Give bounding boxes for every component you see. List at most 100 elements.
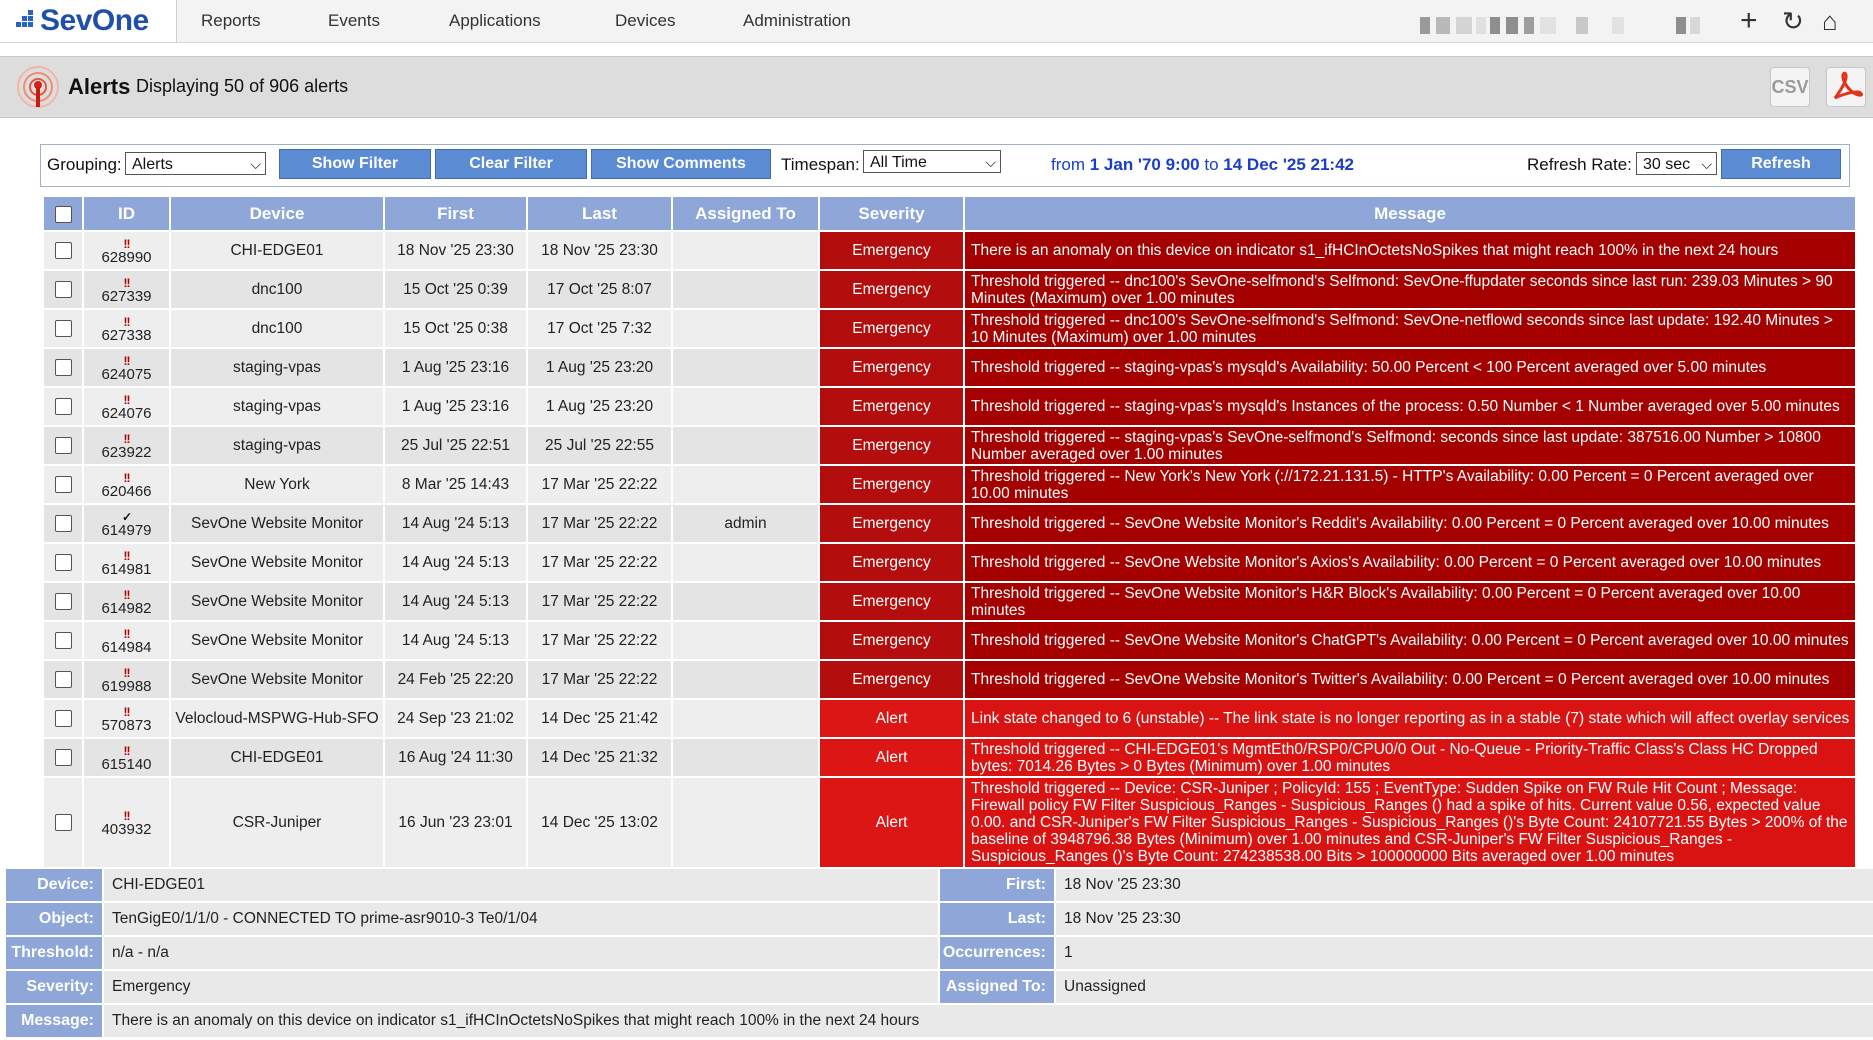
row-select-cell[interactable]: [44, 544, 82, 581]
table-row[interactable]: !! 623922 staging-vpas 25 Jul '25 22:51 25 J…: [44, 427, 1855, 464]
device-cell[interactable]: SevOne Website Monitor: [171, 505, 383, 542]
show-comments-button[interactable]: Show Comments: [591, 149, 771, 179]
refresh-icon[interactable]: ↻: [1782, 8, 1804, 34]
plus-icon[interactable]: +: [1740, 6, 1758, 36]
alert-id-cell[interactable]: !! 628990: [84, 232, 169, 269]
alert-id-cell[interactable]: !! 614981: [84, 544, 169, 581]
device-cell[interactable]: SevOne Website Monitor: [171, 583, 383, 620]
row-select-cell[interactable]: [44, 700, 82, 737]
csv-export-button[interactable]: CSV: [1770, 67, 1810, 107]
nav-devices[interactable]: Devices: [615, 11, 675, 31]
nav-reports[interactable]: Reports: [201, 11, 261, 31]
device-cell[interactable]: CSR-Juniper: [171, 778, 383, 867]
message-cell[interactable]: Threshold triggered -- SevOne Website Mo…: [965, 505, 1855, 542]
column-header-last[interactable]: Last: [528, 197, 671, 230]
alert-id-cell[interactable]: !! 570873: [84, 700, 169, 737]
row-select-cell[interactable]: [44, 583, 82, 620]
device-cell[interactable]: staging-vpas: [171, 388, 383, 425]
table-row[interactable]: !! 614981 SevOne Website Monitor 14 Aug '24…: [44, 544, 1855, 581]
message-cell[interactable]: Threshold triggered -- SevOne Website Mo…: [965, 583, 1855, 620]
table-row[interactable]: !! 628990 CHI-EDGE01 18 Nov '25 23:30 18 Nov…: [44, 232, 1855, 269]
row-checkbox[interactable]: [54, 475, 72, 493]
row-checkbox[interactable]: [54, 397, 72, 415]
row-checkbox[interactable]: [54, 319, 72, 337]
table-row[interactable]: !! 615140 CHI-EDGE01 16 Aug '24 11:30 14 Dec…: [44, 739, 1855, 776]
column-header-id[interactable]: ID: [84, 197, 169, 230]
device-cell[interactable]: dnc100: [171, 271, 383, 308]
column-header-message[interactable]: Message: [965, 197, 1855, 230]
alert-id-cell[interactable]: !! 619988: [84, 661, 169, 698]
row-checkbox[interactable]: [54, 553, 72, 571]
home-icon[interactable]: ⌂: [1822, 8, 1838, 34]
nav-administration[interactable]: Administration: [743, 11, 851, 31]
row-select-cell[interactable]: [44, 310, 82, 347]
device-cell[interactable]: dnc100: [171, 310, 383, 347]
row-select-cell[interactable]: [44, 232, 82, 269]
message-cell[interactable]: Threshold triggered -- Device: CSR-Junip…: [965, 778, 1855, 867]
row-select-cell[interactable]: [44, 466, 82, 503]
row-select-cell[interactable]: [44, 505, 82, 542]
device-cell[interactable]: SevOne Website Monitor: [171, 622, 383, 659]
table-row[interactable]: !! 627339 dnc100 15 Oct '25 0:39 17 Oct '25 …: [44, 271, 1855, 308]
row-select-cell[interactable]: [44, 622, 82, 659]
message-cell[interactable]: Threshold triggered -- New York's New Yo…: [965, 466, 1855, 503]
select-all-checkbox[interactable]: [54, 205, 72, 223]
message-cell[interactable]: Threshold triggered -- staging-vpas's my…: [965, 388, 1855, 425]
nav-events[interactable]: Events: [328, 11, 380, 31]
alert-id-cell[interactable]: ✓ 614979: [84, 505, 169, 542]
refresh-button[interactable]: Refresh: [1721, 149, 1841, 179]
alert-id-cell[interactable]: !! 627339: [84, 271, 169, 308]
row-select-cell[interactable]: [44, 427, 82, 464]
device-cell[interactable]: staging-vpas: [171, 349, 383, 386]
row-checkbox[interactable]: [54, 436, 72, 454]
message-cell[interactable]: Threshold triggered -- SevOne Website Mo…: [965, 622, 1855, 659]
column-header-first[interactable]: First: [385, 197, 526, 230]
alert-id-cell[interactable]: !! 614982: [84, 583, 169, 620]
device-cell[interactable]: CHI-EDGE01: [171, 739, 383, 776]
grouping-select[interactable]: Alerts ⌵: [125, 152, 266, 175]
message-cell[interactable]: Threshold triggered -- staging-vpas's my…: [965, 349, 1855, 386]
row-checkbox[interactable]: [54, 358, 72, 376]
device-cell[interactable]: Velocloud-MSPWG-Hub-SFO: [171, 700, 383, 737]
device-cell[interactable]: SevOne Website Monitor: [171, 544, 383, 581]
message-cell[interactable]: Threshold triggered -- SevOne Website Mo…: [965, 544, 1855, 581]
alert-id-cell[interactable]: !! 615140: [84, 739, 169, 776]
timespan-select[interactable]: All Time ⌵: [863, 150, 1001, 173]
message-cell[interactable]: Threshold triggered -- SevOne Website Mo…: [965, 661, 1855, 698]
row-select-cell[interactable]: [44, 739, 82, 776]
column-header-severity[interactable]: Severity: [820, 197, 963, 230]
alert-id-cell[interactable]: !! 614984: [84, 622, 169, 659]
device-cell[interactable]: New York: [171, 466, 383, 503]
row-checkbox[interactable]: [54, 592, 72, 610]
nav-applications[interactable]: Applications: [449, 11, 541, 31]
row-checkbox[interactable]: [54, 709, 72, 727]
table-row[interactable]: !! 570873 Velocloud-MSPWG-Hub-SFO 24 Sep '2…: [44, 700, 1855, 737]
row-checkbox[interactable]: [54, 748, 72, 766]
message-cell[interactable]: Link state changed to 6 (unstable) -- Th…: [965, 700, 1855, 737]
row-checkbox[interactable]: [54, 813, 72, 831]
alert-id-cell[interactable]: !! 623922: [84, 427, 169, 464]
alert-id-cell[interactable]: !! 624075: [84, 349, 169, 386]
alert-id-cell[interactable]: !! 627338: [84, 310, 169, 347]
table-row[interactable]: !! 614984 SevOne Website Monitor 14 Aug '24…: [44, 622, 1855, 659]
row-checkbox[interactable]: [54, 670, 72, 688]
row-checkbox[interactable]: [54, 241, 72, 259]
row-select-cell[interactable]: [44, 388, 82, 425]
row-select-cell[interactable]: [44, 778, 82, 867]
show-filter-button[interactable]: Show Filter: [279, 149, 431, 179]
alert-id-cell[interactable]: !! 620466: [84, 466, 169, 503]
table-row[interactable]: !! 624075 staging-vpas 1 Aug '25 23:16 1 Aug…: [44, 349, 1855, 386]
table-row[interactable]: !! 627338 dnc100 15 Oct '25 0:38 17 Oct '25 …: [44, 310, 1855, 347]
row-checkbox[interactable]: [54, 514, 72, 532]
message-cell[interactable]: There is an anomaly on this device on in…: [965, 232, 1855, 269]
device-cell[interactable]: staging-vpas: [171, 427, 383, 464]
select-all-header[interactable]: [44, 197, 82, 230]
device-cell[interactable]: SevOne Website Monitor: [171, 661, 383, 698]
column-header-assigned-to[interactable]: Assigned To: [673, 197, 818, 230]
refresh-rate-select[interactable]: 30 sec ⌵: [1636, 152, 1717, 175]
table-row[interactable]: !! 614982 SevOne Website Monitor 14 Aug '24…: [44, 583, 1855, 620]
message-cell[interactable]: Threshold triggered -- dnc100's SevOne-s…: [965, 271, 1855, 308]
message-cell[interactable]: Threshold triggered -- dnc100's SevOne-s…: [965, 310, 1855, 347]
pdf-export-button[interactable]: [1826, 67, 1866, 107]
table-row[interactable]: !! 620466 New York 8 Mar '25 14:43 17 Mar '2…: [44, 466, 1855, 503]
